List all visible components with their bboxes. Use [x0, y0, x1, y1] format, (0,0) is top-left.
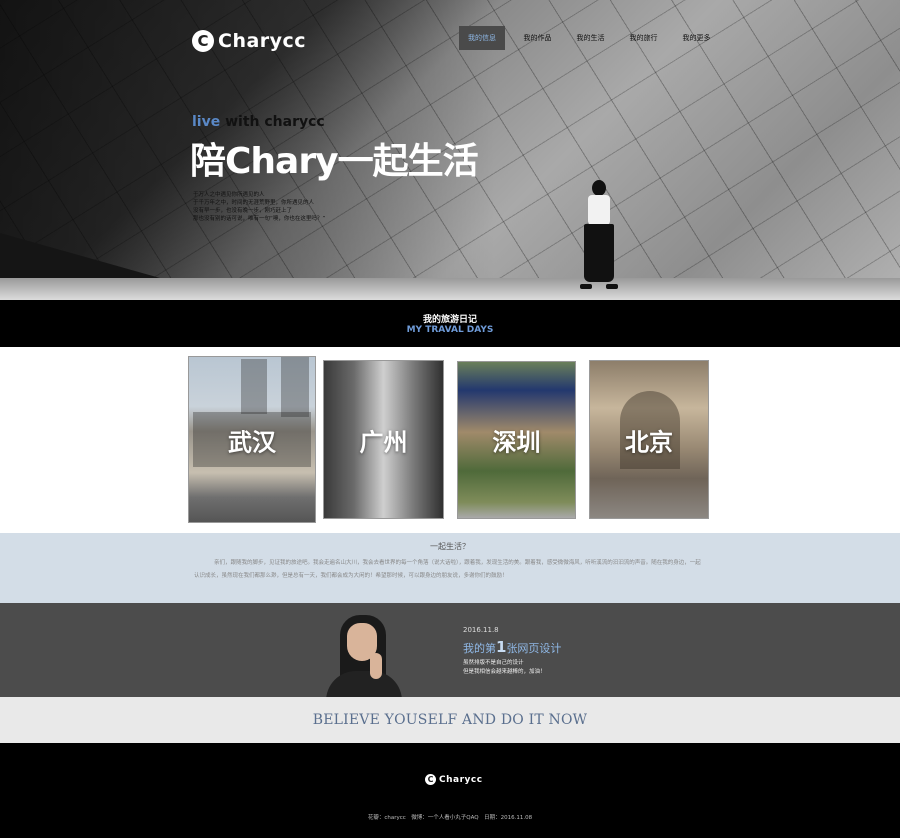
- travel-diary-header: 我的旅游日记 MY TRAVAL DAYS: [0, 300, 900, 347]
- hero-dark-corner: [0, 233, 160, 278]
- city-label: 武汉: [228, 428, 276, 456]
- person-head: [592, 180, 606, 196]
- footer-logo-c-icon: C: [425, 774, 436, 785]
- logo-c-icon: C: [192, 30, 214, 52]
- post-line: 虽然排版不是自己的设计: [463, 660, 524, 666]
- hero-person-figure: [578, 178, 622, 296]
- nav-my-more[interactable]: 我的更多: [670, 26, 723, 50]
- person-shoe: [580, 284, 592, 289]
- clock-tower-shape: [241, 359, 267, 414]
- city-card-wuhan[interactable]: 武汉: [188, 356, 316, 523]
- hero-banner: C Charycc 我的信息 我的作品 我的生活 我的旅行 我的更多 live …: [0, 0, 900, 300]
- together-section: 一起生活？ 亲们，跟随我的脚步，见证我的旅途吧。我会走遍名山大川，我会去看世界的…: [0, 533, 900, 603]
- main-nav: 我的信息 我的作品 我的生活 我的旅行 我的更多: [459, 26, 723, 50]
- tagline-rest: with charycc: [220, 114, 325, 130]
- person-shoe: [606, 284, 618, 289]
- believe-banner: BELIEVE YOUSELF AND DO IT NOW: [0, 697, 900, 743]
- author-portrait: [322, 611, 406, 697]
- city-card-shenzhen[interactable]: 深圳: [457, 361, 576, 519]
- hero-desc-line: 没有早一步，也没有晚一步，刚巧赶上了: [193, 208, 293, 214]
- post-line: 但是我相信会越来越棒的，加油！: [463, 669, 546, 675]
- post-title-pre: 我的第: [463, 642, 496, 655]
- person-pants: [584, 224, 614, 282]
- nav-my-travel[interactable]: 我的旅行: [617, 26, 670, 50]
- tagline-highlight: live: [192, 114, 221, 130]
- post-title: 我的第1张网页设计: [463, 638, 561, 656]
- hero-desc-line: 于千万年之中，时间的无涯荒野里，你所遇见的人: [193, 200, 315, 206]
- person-torso: [588, 195, 610, 225]
- believe-text: BELIEVE YOUSELF AND DO IT NOW: [312, 712, 588, 728]
- post-title-post: 张网页设计: [506, 642, 562, 655]
- diary-title-en: MY TRAVAL DAYS: [406, 325, 494, 335]
- together-text: 亲们，跟随我的脚步，见证我的旅途吧。我会走遍名山大川，我会去看世界的每一个角落（…: [194, 560, 701, 579]
- hero-ground: [0, 278, 900, 300]
- together-title: 一起生活？: [430, 542, 470, 551]
- city-label: 北京: [625, 428, 673, 456]
- site-footer: C Charycc 花瓣：charycc 微博：一个人看小丸子QAQ 日期：20…: [0, 743, 900, 838]
- skyscraper-shape: [281, 357, 309, 417]
- city-label: 深圳: [492, 428, 541, 457]
- hero-tagline: live with charycc: [192, 114, 325, 130]
- city-card-guangzhou[interactable]: 广州: [323, 360, 444, 519]
- nav-my-life[interactable]: 我的生活: [564, 26, 617, 50]
- logo-text: Charycc: [218, 30, 307, 52]
- post-date: 2016.11.8: [463, 626, 499, 634]
- footer-logo-text: Charycc: [439, 774, 483, 785]
- hero-description: 于万人之中遇见你所遇见的人 于千万年之中，时间的无涯荒野里，你所遇见的人 没有早…: [193, 191, 343, 223]
- hero-title: 陪Chary一起生活: [190, 141, 479, 182]
- hero-desc-line: 那也没有别的话可说，唯有一句“噢，你也在这里吗？”: [193, 216, 326, 222]
- diary-title-cn: 我的旅游日记: [422, 315, 477, 325]
- post-title-num: 1: [496, 638, 507, 656]
- city-gallery: 武汉 广州 深圳 北京: [0, 347, 900, 533]
- portrait-body: [326, 671, 402, 697]
- footer-logo[interactable]: C Charycc: [425, 774, 483, 785]
- nav-my-works[interactable]: 我的作品: [511, 26, 564, 50]
- first-design-section: 2016.11.8 我的第1张网页设计 虽然排版不是自己的设计 但是我相信会越来…: [0, 603, 900, 697]
- footer-info: 花瓣：charycc 微博：一个人看小丸子QAQ 日期：2016.11.08: [367, 815, 533, 821]
- city-label: 广州: [359, 428, 408, 456]
- site-logo[interactable]: C Charycc: [192, 30, 306, 52]
- nav-my-info[interactable]: 我的信息: [459, 26, 505, 50]
- city-card-beijing[interactable]: 北京: [589, 360, 709, 519]
- hero-desc-line: 于万人之中遇见你所遇见的人: [193, 192, 265, 198]
- portrait-hand: [370, 653, 382, 679]
